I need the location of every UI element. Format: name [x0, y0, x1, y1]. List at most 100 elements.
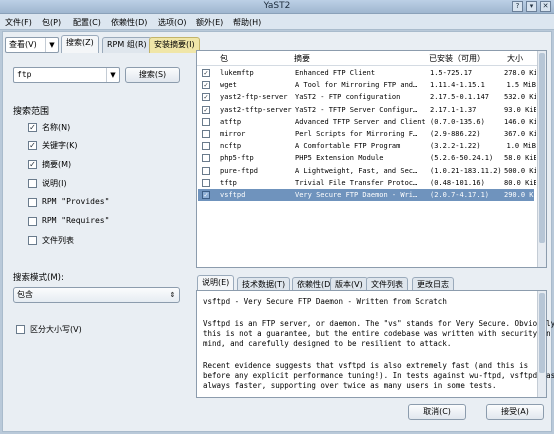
table-row[interactable]: pure-ftpd A Lightweight, Fast, and Sec… (1…: [198, 165, 536, 177]
table-row[interactable]: ✓ yast2-ftp-server YaST2 - FTP configurati…: [198, 91, 536, 103]
chevron-updown-icon: ⇕: [169, 291, 176, 299]
scope-keyword-checkbox[interactable]: ✓: [28, 141, 37, 150]
table-row[interactable]: atftp Advanced TFTP Server and Client (0.7…: [198, 116, 536, 128]
table-scrollbar[interactable]: [537, 51, 546, 267]
package-name-cell: mirror: [220, 130, 246, 138]
search-mode-value: 包含: [17, 290, 33, 299]
description-line: Vsftpd is an FTP server, or daemon. The …: [203, 319, 554, 328]
package-size-cell: 58.0 KiB: [504, 154, 536, 163]
description-line: before any explicit performance tuning!)…: [203, 371, 554, 380]
package-size-cell: 532.0 KiB: [504, 93, 536, 102]
installed-status-icon[interactable]: ✓: [202, 69, 210, 77]
tab-install-summary[interactable]: 安装摘要(I): [149, 37, 200, 53]
package-summary-cell: A Comfortable FTP Program: [295, 142, 401, 151]
package-size-cell: 80.0 KiB: [504, 178, 536, 187]
package-size-cell: 290.0 KiB: [504, 191, 536, 199]
package-summary-cell: A Tool for Mirroring FTP and…: [295, 81, 418, 90]
package-name-cell: lukemftp: [220, 69, 254, 77]
scope-requires-checkbox[interactable]: [28, 217, 37, 226]
scope-summary-label: 摘要(M): [42, 160, 72, 169]
available-status-icon[interactable]: [202, 178, 210, 187]
package-size-cell: 278.0 KiB: [504, 69, 536, 77]
cancel-button[interactable]: 取消(C): [408, 404, 466, 420]
scope-filelist-label: 文件列表: [42, 236, 74, 245]
chevron-down-icon: ▼: [106, 68, 119, 82]
column-header-installed[interactable]: 已安装（可用）: [429, 53, 485, 64]
search-button[interactable]: 搜索(S): [125, 67, 180, 83]
search-input[interactable]: ftp ▼: [13, 67, 120, 83]
available-status-icon[interactable]: [202, 130, 210, 138]
description-scrollbar-thumb[interactable]: [539, 293, 545, 373]
package-summary-cell: YaST2 - FTP configuration: [295, 93, 401, 102]
table-scrollbar-thumb[interactable]: [539, 53, 545, 243]
package-name-cell: tftp: [220, 178, 237, 187]
available-status-icon[interactable]: [202, 117, 210, 126]
description-line: Recent evidence suggests that vsftpd is …: [203, 361, 529, 370]
table-row[interactable]: php5-ftp PHP5 Extension Module (5.2.6-50.2…: [198, 152, 536, 164]
package-name-cell: pure-ftpd: [220, 166, 258, 175]
available-status-icon[interactable]: [202, 154, 210, 163]
menu-file[interactable]: 文件(F): [5, 17, 32, 28]
chevron-down-icon: ▼: [45, 38, 58, 52]
package-version-cell: 1.11.4-1.15.1: [430, 81, 485, 90]
package-name-cell: wget: [220, 81, 237, 90]
package-size-cell: 146.0 KiB: [504, 117, 536, 126]
table-row[interactable]: ✓ yast2-tftp-server YaST2 - TFTP Server Co…: [198, 104, 536, 116]
search-mode-label: 搜索模式(M):: [13, 273, 64, 283]
package-summary-cell: Perl Scripts for Mirroring F…: [295, 130, 418, 138]
package-name-cell: vsftpd: [220, 191, 246, 199]
table-row[interactable]: ✓ wget A Tool for Mirroring FTP and… 1.11.4…: [198, 79, 536, 91]
column-header-summary[interactable]: 摘要: [294, 53, 310, 64]
table-row[interactable]: tftp Trivial File Transfer Protoc… (0.48-1…: [198, 177, 536, 189]
close-icon[interactable]: ✕: [540, 1, 551, 12]
package-table[interactable]: 包 摘要 已安装（可用） 大小 ✓ lukemftp Enhanced FTP Cl…: [196, 50, 547, 268]
column-header-package[interactable]: 包: [220, 53, 228, 64]
scope-name-label: 名称(N): [42, 123, 71, 132]
table-row[interactable]: ✓ vsftpd Very Secure FTP Daemon - Wri… (2.0…: [198, 189, 536, 201]
menu-bar: 文件(F) 包(P) 配置(C) 依赖性(D) 选项(O) 额外(E) 帮助(H…: [0, 14, 554, 30]
menu-configuration[interactable]: 配置(C): [73, 17, 101, 28]
menu-extras[interactable]: 额外(E): [196, 17, 223, 28]
view-dropdown[interactable]: 查看(V) ▼: [5, 37, 59, 53]
package-size-cell: 1.5 MiB: [506, 81, 536, 90]
table-row[interactable]: ✓ lukemftp Enhanced FTP Client 1.5-725.17 27…: [198, 67, 536, 79]
install-status-icon[interactable]: ✓: [202, 191, 210, 199]
installed-status-icon[interactable]: ✓: [202, 93, 210, 102]
scope-description-label: 说明(I): [42, 179, 67, 188]
package-summary-cell: Very Secure FTP Daemon - Wri…: [295, 191, 418, 199]
case-sensitive-label: 区分大小写(V): [30, 325, 82, 334]
search-input-value: ftp: [17, 70, 32, 79]
package-version-cell: 2.17.1-1.37: [430, 105, 477, 114]
package-size-cell: 367.0 KiB: [504, 130, 536, 138]
scope-description-checkbox[interactable]: [28, 179, 37, 188]
tab-search[interactable]: 搜索(Z): [61, 35, 99, 53]
scope-provides-checkbox[interactable]: [28, 198, 37, 207]
scope-provides-label: RPM "Provides": [42, 197, 110, 206]
description-scrollbar[interactable]: [537, 291, 546, 397]
minimize-icon[interactable]: ▾: [526, 1, 537, 12]
tab-rpm-groups[interactable]: RPM 组(R): [102, 37, 152, 53]
menu-dependencies[interactable]: 依赖性(D): [111, 17, 147, 28]
installed-status-icon[interactable]: ✓: [202, 105, 210, 114]
table-row[interactable]: ncftp A Comfortable FTP Program (3.2.2-1.2…: [198, 140, 536, 152]
package-version-cell: (1.0.21-183.11.2): [430, 166, 502, 175]
window-title: YaST2: [263, 1, 291, 11]
scope-name-checkbox[interactable]: ✓: [28, 123, 37, 132]
table-row[interactable]: mirror Perl Scripts for Mirroring F… (2.9-…: [198, 128, 536, 140]
menu-options[interactable]: 选项(O): [158, 17, 187, 28]
available-status-icon[interactable]: [202, 166, 210, 175]
scope-summary-checkbox[interactable]: ✓: [28, 160, 37, 169]
help-icon[interactable]: ?: [512, 1, 523, 12]
column-header-size[interactable]: 大小: [507, 53, 523, 64]
search-scope-title: 搜索范围: [13, 107, 50, 117]
package-summary-cell: Advanced TFTP Server and Client: [295, 117, 426, 126]
menu-help[interactable]: 帮助(H): [233, 17, 261, 28]
search-mode-select[interactable]: 包含 ⇕: [13, 287, 180, 303]
menu-package[interactable]: 包(P): [42, 17, 61, 28]
accept-button[interactable]: 接受(A): [486, 404, 544, 420]
case-sensitive-checkbox[interactable]: [16, 325, 25, 334]
package-version-cell: 2.17.5-0.1.147: [430, 93, 490, 102]
available-status-icon[interactable]: [202, 142, 210, 151]
installed-status-icon[interactable]: ✓: [202, 81, 210, 90]
scope-filelist-checkbox[interactable]: [28, 236, 37, 245]
